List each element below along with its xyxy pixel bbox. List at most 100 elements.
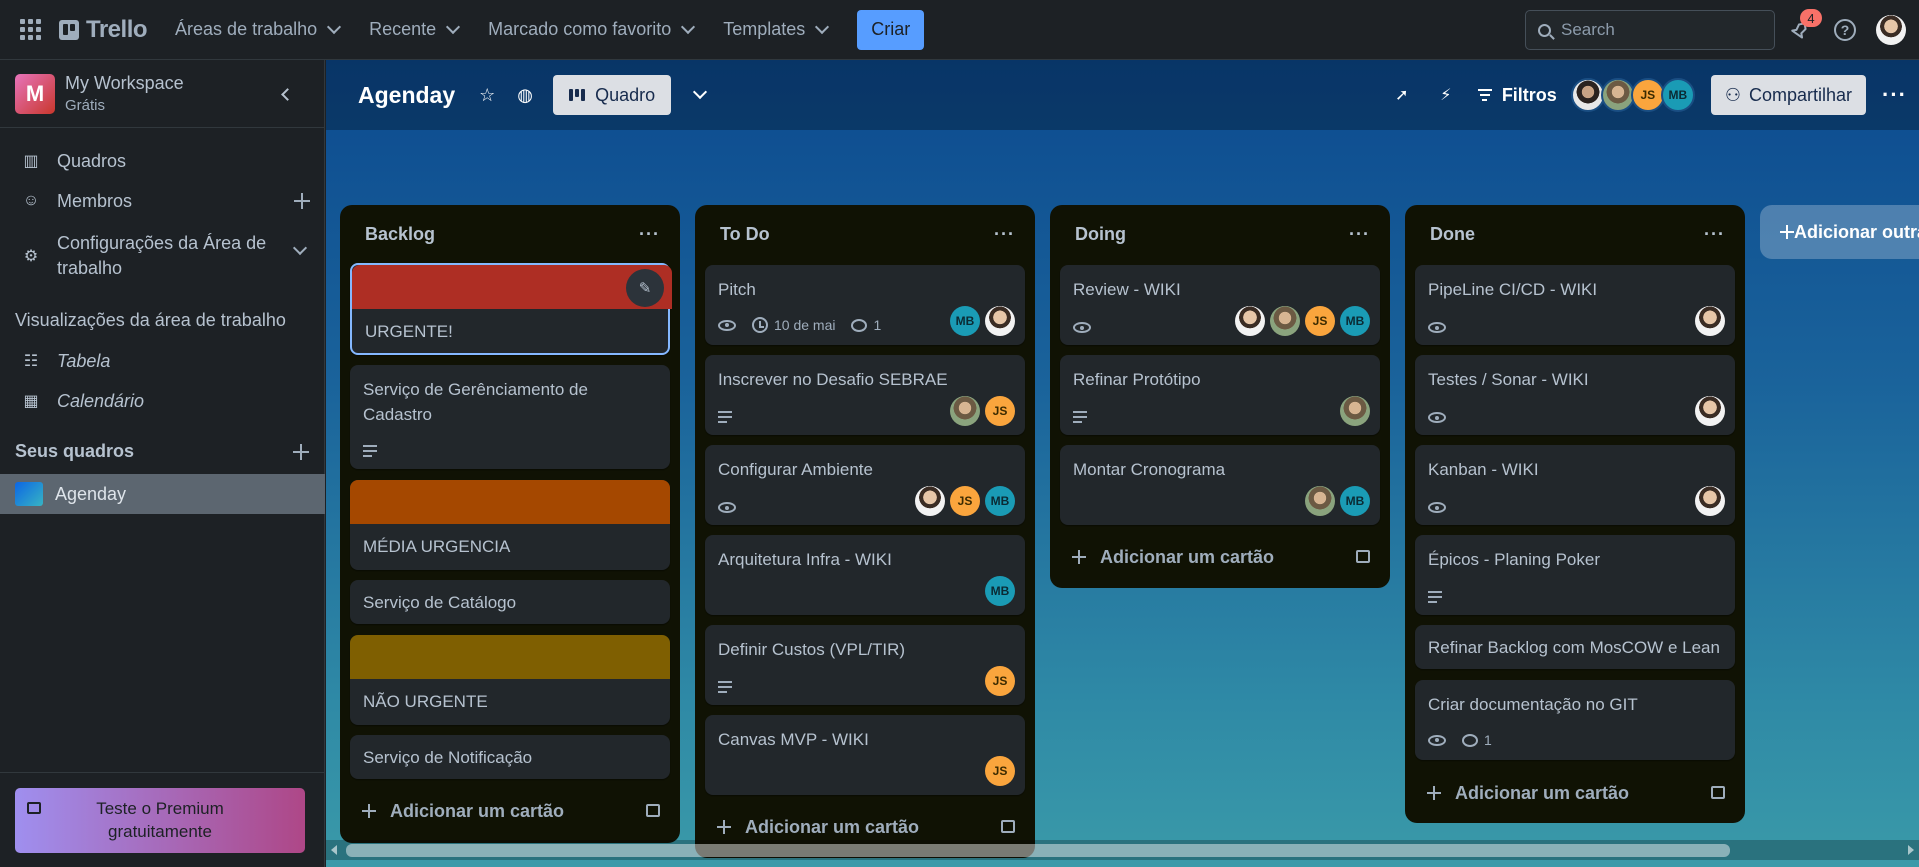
card-media-urgencia[interactable]: MÉDIA URGENCIA <box>350 480 670 570</box>
member-avatar[interactable] <box>985 306 1015 336</box>
collapse-sidebar-button[interactable] <box>271 80 299 108</box>
card-pipeline-cicd[interactable]: PipeLine CI/CD - WIKI <box>1415 265 1735 345</box>
member-avatar[interactable] <box>1270 306 1300 336</box>
member-avatar[interactable] <box>1235 306 1265 336</box>
board-title[interactable]: Agenday <box>358 82 455 109</box>
card-kanban-wiki[interactable]: Kanban - WIKI <box>1415 445 1735 525</box>
nav-workspaces[interactable]: Áreas de trabalho <box>163 12 351 48</box>
card-nao-urgente[interactable]: NÃO URGENTE <box>350 635 670 725</box>
scroll-right-arrow-icon[interactable] <box>1908 845 1914 855</box>
member-avatar[interactable]: JS <box>1305 306 1335 336</box>
member-avatar[interactable] <box>915 486 945 516</box>
visibility-globe-icon[interactable]: ◍ <box>515 85 535 105</box>
star-icon[interactable]: ☆ <box>477 85 497 105</box>
nav-recent[interactable]: Recente <box>357 12 470 48</box>
workspace-name[interactable]: My Workspace <box>65 73 184 94</box>
member-avatar[interactable] <box>1695 306 1725 336</box>
card-gerenciamento-cadastro[interactable]: Serviço de Gerênciamento de Cadastro <box>350 365 670 469</box>
list-menu-icon[interactable]: ··· <box>1704 224 1725 245</box>
filters-button[interactable]: Filtros <box>1477 85 1557 106</box>
create-button[interactable]: Criar <box>857 9 925 50</box>
add-list-button[interactable]: Adicionar outra lista <box>1760 205 1919 259</box>
member-avatar[interactable]: MB <box>1660 78 1695 112</box>
member-avatar[interactable] <box>1340 396 1370 426</box>
sidebar-item-table[interactable]: ☷ Tabela <box>0 342 325 380</box>
card-canvas-mvp[interactable]: Canvas MVP - WIKI JS <box>705 715 1025 795</box>
add-card-button[interactable]: Adicionar um cartão <box>1060 537 1380 577</box>
list-title[interactable]: To Do <box>720 224 770 245</box>
card-catalogo[interactable]: Serviço de Catálogo <box>350 580 670 624</box>
account-avatar[interactable] <box>1876 15 1906 45</box>
nav-starred[interactable]: Marcado como favorito <box>476 12 705 48</box>
member-avatar[interactable] <box>1695 486 1725 516</box>
sidebar-item-boards[interactable]: ▥ Quadros <box>0 142 325 180</box>
card-refinar-prototipo[interactable]: Refinar Protótipo <box>1060 355 1380 435</box>
member-avatar[interactable]: MB <box>1340 486 1370 516</box>
member-avatar[interactable]: MB <box>985 486 1015 516</box>
member-avatar[interactable]: JS <box>985 666 1015 696</box>
member-avatar[interactable]: MB <box>1340 306 1370 336</box>
member-avatar[interactable]: JS <box>985 396 1015 426</box>
card-inscrever-sebrae[interactable]: Inscrever no Desafio SEBRAE JS <box>705 355 1025 435</box>
member-avatar[interactable]: MB <box>950 306 980 336</box>
scroll-left-arrow-icon[interactable] <box>331 845 337 855</box>
add-board-icon[interactable] <box>293 444 309 460</box>
card-template-icon[interactable] <box>1356 550 1370 563</box>
member-avatar[interactable] <box>950 396 980 426</box>
member-avatar[interactable] <box>1305 486 1335 516</box>
card-configurar-ambiente[interactable]: Configurar Ambiente JS MB <box>705 445 1025 525</box>
try-premium-button[interactable]: Teste o Premium gratuitamente <box>15 788 305 853</box>
card-arquitetura-infra[interactable]: Arquitetura Infra - WIKI MB <box>705 535 1025 615</box>
member-avatar[interactable]: MB <box>985 576 1015 606</box>
list-title[interactable]: Backlog <box>365 224 435 245</box>
board-members[interactable]: JS MB <box>1570 78 1695 112</box>
sidebar-item-settings[interactable]: ⚙ Configurações da Área de trabalho <box>0 228 325 284</box>
list-title[interactable]: Done <box>1430 224 1475 245</box>
member-avatar[interactable]: JS <box>985 756 1015 786</box>
member-avatar[interactable] <box>1695 396 1725 426</box>
card-definir-custos[interactable]: Definir Custos (VPL/TIR) JS <box>705 625 1025 705</box>
help-button[interactable]: ? <box>1833 18 1857 42</box>
add-card-button[interactable]: Adicionar um cartão <box>350 791 670 831</box>
sidebar-board-agenday[interactable]: Agenday <box>0 474 325 514</box>
card-pitch[interactable]: Pitch 10 de mai 1 MB <box>705 265 1025 345</box>
notifications-button[interactable]: 4 <box>1788 9 1822 42</box>
edit-pencil-icon[interactable]: ✎ <box>626 269 664 307</box>
trello-logo[interactable]: Trello <box>59 16 148 44</box>
member-avatar[interactable] <box>1600 78 1635 112</box>
workspace-avatar[interactable]: M <box>15 73 55 114</box>
board-horizontal-scrollbar[interactable] <box>326 840 1919 860</box>
nav-templates[interactable]: Templates <box>711 12 839 48</box>
card-urgente[interactable]: ✎ URGENTE! <box>350 263 672 355</box>
add-member-icon[interactable] <box>294 193 310 209</box>
list-menu-icon[interactable]: ··· <box>1349 224 1370 245</box>
card-template-icon[interactable] <box>646 804 660 817</box>
search-input[interactable]: Search <box>1525 10 1775 50</box>
card-documentacao-git[interactable]: Criar documentação no GIT 1 <box>1415 680 1735 760</box>
card-refinar-backlog[interactable]: Refinar Backlog com MosCOW e Lean <box>1415 625 1735 669</box>
card-testes-sonar[interactable]: Testes / Sonar - WIKI <box>1415 355 1735 435</box>
card-template-icon[interactable] <box>1711 786 1725 799</box>
sidebar-item-calendar[interactable]: ▦ Calendário <box>0 382 325 420</box>
member-avatar[interactable]: JS <box>1630 78 1665 112</box>
list-menu-icon[interactable]: ··· <box>639 224 660 245</box>
card-template-icon[interactable] <box>1001 820 1015 833</box>
card-review-wiki[interactable]: Review - WIKI JS MB <box>1060 265 1380 345</box>
card-epicos-planning-poker[interactable]: Épicos - Planing Poker <box>1415 535 1735 615</box>
share-button[interactable]: ⚇ Compartilhar <box>1710 75 1867 115</box>
add-card-button[interactable]: Adicionar um cartão <box>1415 773 1735 813</box>
card-montar-cronograma[interactable]: Montar Cronograma MB <box>1060 445 1380 525</box>
sidebar-item-members[interactable]: ☺ Membros <box>0 182 325 220</box>
member-avatar[interactable]: JS <box>950 486 980 516</box>
scrollbar-thumb[interactable] <box>346 844 1730 857</box>
member-avatar[interactable] <box>1570 78 1605 112</box>
power-ups-rocket-icon[interactable]: ➚ <box>1390 85 1414 105</box>
board-menu-icon[interactable]: ··· <box>1882 82 1907 108</box>
list-menu-icon[interactable]: ··· <box>994 224 1015 245</box>
automation-lightning-icon[interactable]: ⚡ <box>1434 85 1458 105</box>
board-view-button[interactable]: Quadro <box>553 75 672 115</box>
list-title[interactable]: Doing <box>1075 224 1126 245</box>
app-switcher-icon[interactable] <box>15 15 45 45</box>
card-notificacao[interactable]: Serviço de Notificação <box>350 735 670 779</box>
views-dropdown-chevron-icon[interactable] <box>693 84 708 100</box>
